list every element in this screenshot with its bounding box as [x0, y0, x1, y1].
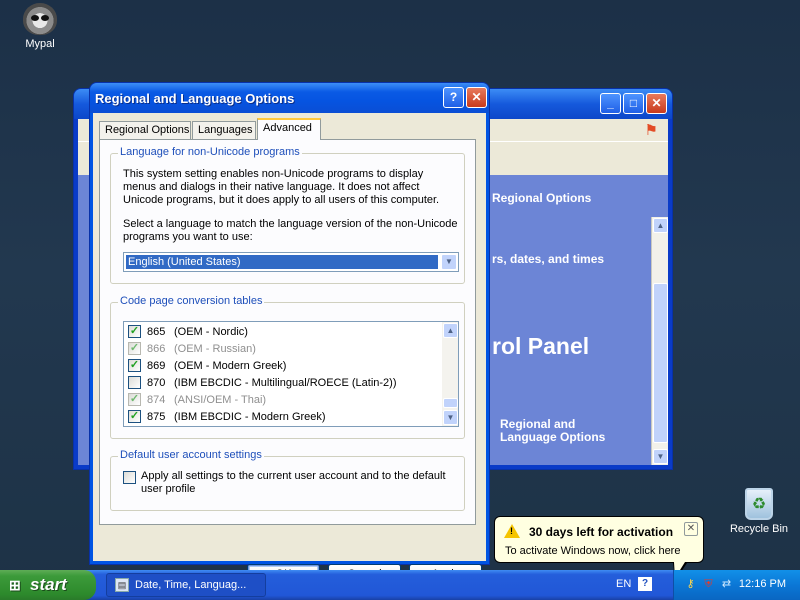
non-unicode-instruction: Select a language to match the language …: [123, 218, 458, 243]
code-page-number: 869: [147, 359, 166, 372]
selected-language: English (United States): [126, 255, 438, 269]
checkbox[interactable]: ✓: [128, 325, 141, 338]
scroll-up-arrow[interactable]: ▲: [653, 218, 668, 233]
start-button[interactable]: ⊞ start: [0, 570, 96, 600]
default-user-group: Default user account settings Apply all …: [110, 449, 465, 511]
list-item[interactable]: 870 (IBM EBCDIC - Multilingual/ROECE (La…: [128, 374, 397, 391]
clock[interactable]: 12:16 PM: [739, 578, 786, 590]
chevron-down-icon[interactable]: ▼: [441, 254, 457, 270]
group-label: Default user account settings: [118, 449, 264, 461]
tab-regional-options[interactable]: Regional Options: [99, 121, 191, 139]
close-button[interactable]: ✕: [466, 87, 487, 108]
numbers-dates-text: rs, dates, and times: [492, 252, 605, 266]
regional-language-dialog: Regional and Language Options ? ✕ Region…: [89, 82, 490, 585]
code-page-number: 866: [147, 342, 166, 355]
code-page-group: Code page conversion tables ✓ 865 (OEM -…: [110, 295, 465, 439]
language-indicator[interactable]: EN: [616, 578, 631, 590]
control-panel-scrollbar[interactable]: ▲ ▼: [651, 217, 668, 465]
checkbox[interactable]: ✓: [128, 410, 141, 423]
activation-balloon[interactable]: ! 30 days left for activation To activat…: [494, 516, 704, 581]
dialog-title: Regional and Language Options: [95, 91, 295, 106]
help-icon[interactable]: ?: [638, 577, 652, 591]
list-item[interactable]: ✓ 874 (ANSI/OEM - Thai): [128, 391, 266, 408]
desktop-icon-recycle-bin[interactable]: ♻ Recycle Bin: [719, 488, 799, 535]
balloon-title: 30 days left for activation: [529, 525, 674, 539]
desktop-icon-label: Recycle Bin: [729, 523, 789, 535]
list-item[interactable]: ✓ 865 (OEM - Nordic): [128, 323, 248, 340]
close-icon[interactable]: ✕: [684, 522, 698, 536]
non-unicode-description: This system setting enables non-Unicode …: [123, 168, 440, 206]
list-scrollbar[interactable]: ▲ ▼: [442, 322, 458, 426]
mypal-icon: [23, 3, 57, 35]
tab-languages[interactable]: Languages: [192, 121, 256, 139]
desktop-icon-mypal[interactable]: Mypal: [0, 3, 80, 50]
scroll-up-arrow[interactable]: ▲: [443, 323, 458, 338]
control-panel-heading: rol Panel: [492, 333, 590, 359]
checkbox[interactable]: ✓: [128, 359, 141, 372]
list-item[interactable]: ✓ 875 (IBM EBCDIC - Modern Greek): [128, 408, 326, 425]
checkbox: ✓: [128, 342, 141, 355]
group-label: Code page conversion tables: [118, 295, 265, 307]
dialog-body: Regional Options Languages Advanced Lang…: [93, 113, 486, 585]
windows-logo-icon: ⊞: [9, 577, 21, 593]
minimize-button[interactable]: _: [600, 93, 621, 114]
taskbar-item-label: Date, Time, Languag...: [135, 579, 247, 591]
scroll-down-arrow[interactable]: ▼: [443, 410, 458, 425]
code-page-name: (ANSI/OEM - Thai): [174, 393, 267, 406]
apply-default-user-checkbox[interactable]: [123, 471, 136, 484]
system-tray: ⚷ ⛨ ⇄ 12:16 PM: [673, 570, 800, 600]
code-page-name: (IBM EBCDIC - Modern Greek): [174, 410, 326, 423]
code-page-name: (OEM - Modern Greek): [174, 359, 287, 372]
non-unicode-group: Language for non-Unicode programs This s…: [110, 146, 465, 284]
list-item[interactable]: ✓ 866 (OEM - Russian): [128, 340, 256, 357]
close-button[interactable]: ✕: [646, 93, 667, 114]
windows-flag-icon: ⚑: [644, 122, 658, 139]
code-page-number: 874: [147, 393, 166, 406]
code-page-number: 875: [147, 410, 166, 423]
regional-options-heading: Regional Options: [492, 191, 592, 205]
code-page-number: 865: [147, 325, 166, 338]
scroll-down-arrow[interactable]: ▼: [653, 449, 668, 464]
window-icon: ▤: [115, 578, 129, 592]
scroll-thumb[interactable]: [443, 398, 458, 408]
security-shield-icon[interactable]: ⛨: [702, 578, 715, 591]
list-item[interactable]: ✓ 869 (OEM - Modern Greek): [128, 357, 286, 374]
warning-icon: !: [504, 524, 520, 538]
start-label: start: [30, 575, 67, 594]
network-icon[interactable]: ⇄: [720, 578, 733, 591]
activation-key-icon[interactable]: ⚷: [684, 578, 697, 591]
code-page-name: (OEM - Russian): [174, 342, 256, 355]
recycle-bin-icon: ♻: [745, 488, 773, 520]
checkbox[interactable]: [128, 376, 141, 389]
taskbar: ⊞ start ▤ Date, Time, Languag... EN ? ⚷ …: [0, 570, 800, 600]
code-page-name: (IBM EBCDIC - Multilingual/ROECE (Latin-…: [174, 376, 397, 389]
balloon-message[interactable]: To activate Windows now, click here: [505, 545, 680, 557]
scroll-thumb[interactable]: [653, 283, 668, 443]
taskbar-item-date-time[interactable]: ▤ Date, Time, Languag...: [106, 573, 266, 597]
apply-default-user-label[interactable]: Apply all settings to the current user a…: [141, 470, 451, 496]
code-page-number: 870: [147, 376, 166, 389]
advanced-tab-page: Language for non-Unicode programs This s…: [99, 139, 476, 525]
code-page-name: (OEM - Nordic): [174, 325, 248, 338]
group-label: Language for non-Unicode programs: [118, 146, 302, 158]
regional-language-link-1[interactable]: Regional and: [500, 417, 575, 431]
dialog-titlebar: Regional and Language Options ? ✕: [90, 83, 489, 113]
code-page-list[interactable]: ✓ 865 (OEM - Nordic) ✓ 866 (OEM - Russia…: [123, 321, 459, 427]
tab-advanced[interactable]: Advanced: [257, 118, 321, 140]
language-select[interactable]: English (United States) ▼: [123, 252, 459, 272]
help-button[interactable]: ?: [443, 87, 464, 108]
checkbox: ✓: [128, 393, 141, 406]
desktop-icon-label: Mypal: [25, 38, 55, 50]
regional-language-link-2[interactable]: Language Options: [500, 430, 605, 444]
maximize-button[interactable]: □: [623, 93, 644, 114]
